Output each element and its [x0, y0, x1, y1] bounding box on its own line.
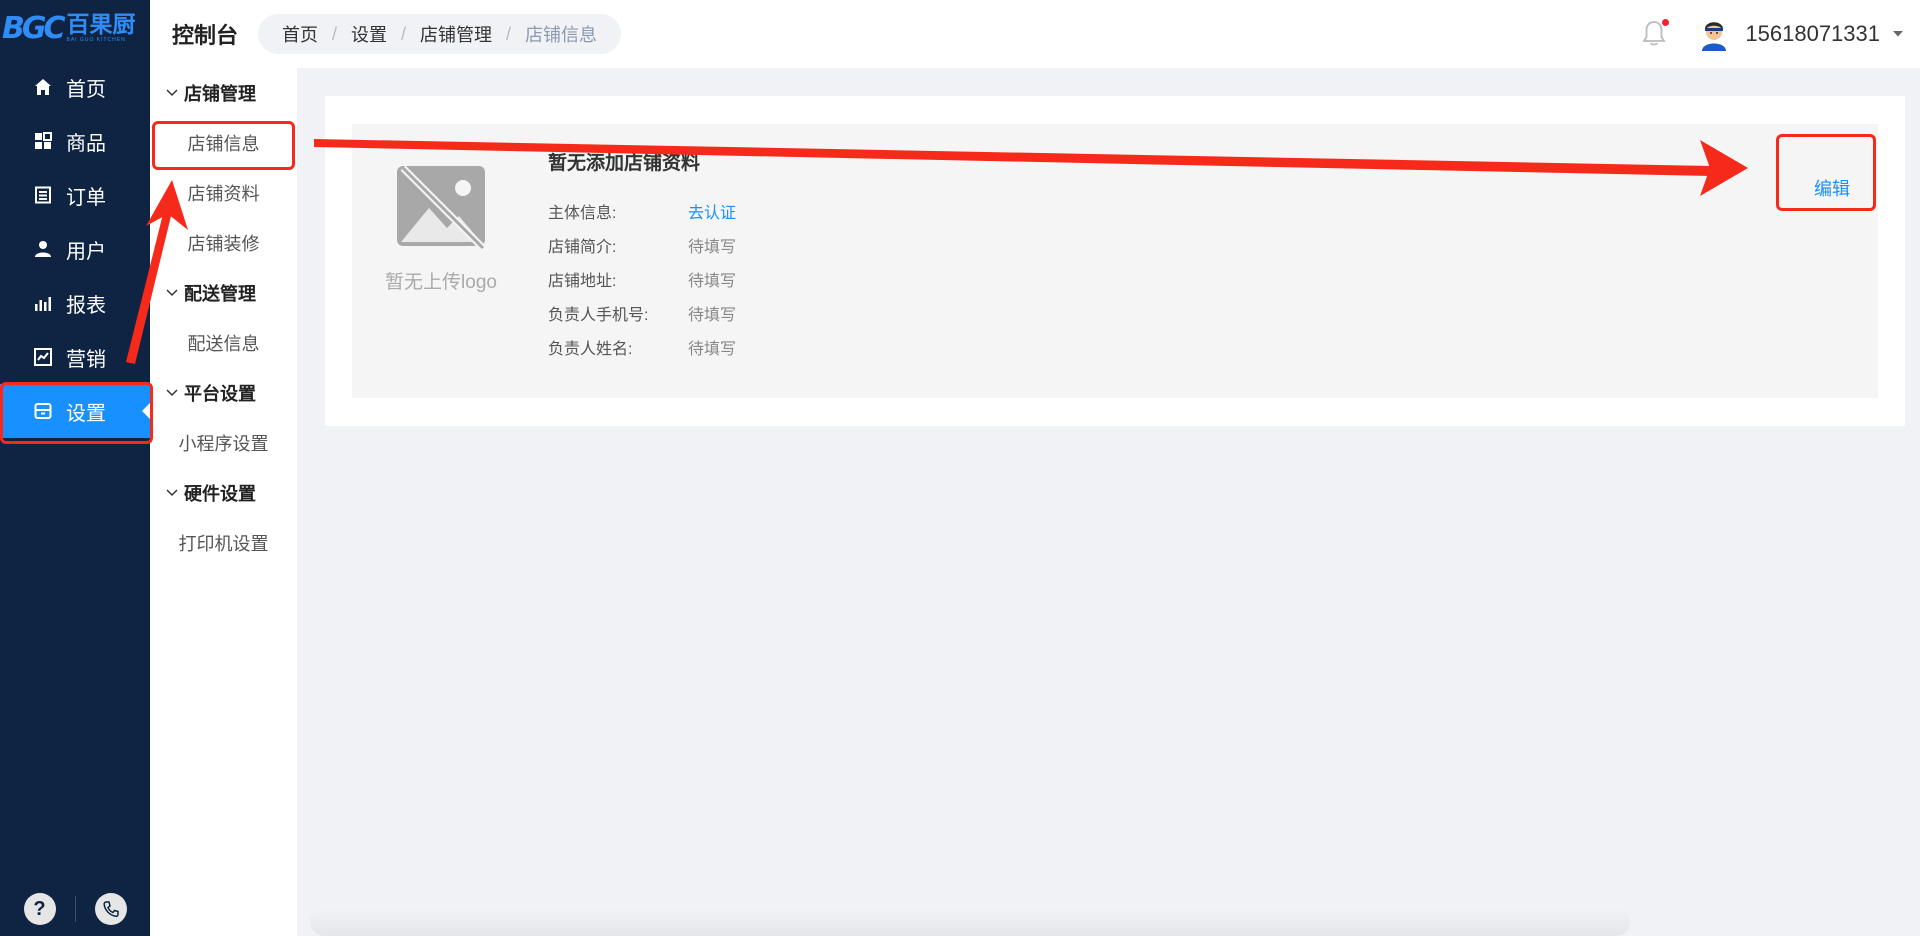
top-header: 控制台 首页 / 设置 / 店铺管理 / 店铺信息 15618071331: [150, 0, 1920, 68]
store-logo-placeholder[interactable]: 暂无上传logo: [378, 162, 504, 294]
store-settings-icon: [32, 400, 54, 422]
submenu-item-delivery-info[interactable]: 配送信息: [150, 318, 297, 368]
nav-item-label: 订单: [66, 186, 106, 209]
nav-item-settings[interactable]: 设置: [0, 384, 150, 438]
breadcrumb-separator: /: [401, 23, 407, 44]
field-label: 店铺地址:: [548, 273, 617, 290]
order-list-icon: [32, 184, 54, 206]
submenu-group-label: 配送管理: [184, 284, 256, 304]
nav-item-users[interactable]: 用户: [0, 222, 150, 276]
field-label: 负责人手机号:: [548, 307, 649, 324]
trend-chart-icon: [32, 346, 54, 368]
main-nav: 首页 商品 订单 用户 报表 营销 设置: [0, 60, 150, 438]
chevron-down-icon: [166, 87, 178, 99]
secondary-menu: 店铺管理 店铺信息 店铺资料 店铺装修 配送管理 配送信息 平台设置 小程序设置…: [150, 68, 297, 936]
header-user-area: 15618071331: [1641, 0, 1920, 68]
submenu-item-store-profile[interactable]: 店铺资料: [150, 168, 297, 218]
submenu-item-printer[interactable]: 打印机设置: [150, 518, 297, 568]
page-title: 控制台: [172, 23, 239, 48]
store-fields: 主体信息: 去认证 店铺简介: 待填写 店铺地址: 待填写 负责人手机号: 待填…: [548, 194, 736, 364]
submenu-group-label: 店铺管理: [184, 84, 256, 104]
nav-item-label: 首页: [66, 78, 106, 101]
nav-item-label: 商品: [66, 132, 106, 155]
nav-item-label: 设置: [66, 402, 106, 425]
brand-name: 百果厨: [66, 11, 136, 37]
field-row-manager-name: 负责人姓名: 待填写: [548, 330, 736, 364]
submenu-group-label: 平台设置: [184, 384, 256, 404]
grid-icon: [32, 130, 54, 152]
phone-icon[interactable]: [94, 893, 127, 925]
nav-item-home[interactable]: 首页: [0, 60, 150, 114]
bottom-shadow: [310, 908, 1630, 936]
main-sidebar: BGC 百果厨 BAI GUO KITCHEN 首页 商品 订单 用户 报表 营…: [0, 0, 150, 936]
nav-item-orders[interactable]: 订单: [0, 168, 150, 222]
brand-mark: BGC: [2, 10, 65, 46]
field-row-entity: 主体信息: 去认证: [548, 194, 736, 228]
nav-item-products[interactable]: 商品: [0, 114, 150, 168]
field-label: 主体信息:: [548, 205, 617, 222]
field-value: 待填写: [688, 239, 737, 256]
verify-link[interactable]: 去认证: [688, 199, 736, 223]
bar-chart-icon: [32, 292, 54, 314]
breadcrumb-item-store-management[interactable]: 店铺管理: [420, 21, 492, 47]
nav-item-label: 用户: [66, 240, 106, 263]
submenu-item-store-decoration[interactable]: 店铺装修: [150, 218, 297, 268]
nav-item-reports[interactable]: 报表: [0, 276, 150, 330]
home-icon: [32, 76, 54, 98]
chevron-down-icon: [166, 387, 178, 399]
breadcrumb-separator: /: [506, 23, 512, 44]
field-value: 待填写: [688, 341, 737, 358]
breadcrumb-item-home[interactable]: 首页: [282, 21, 318, 47]
submenu-group-delivery[interactable]: 配送管理: [150, 268, 297, 318]
breadcrumb-separator: /: [332, 23, 338, 44]
logo-placeholder-text: 暂无上传logo: [385, 272, 497, 293]
submenu-item-miniprogram[interactable]: 小程序设置: [150, 418, 297, 468]
avatar[interactable]: [1697, 17, 1731, 51]
store-info-card: 暂无上传logo 暂无添加店铺资料 主体信息: 去认证 店铺简介: 待填写 店铺…: [325, 96, 1905, 426]
nav-item-label: 营销: [66, 348, 106, 371]
field-row-address: 店铺地址: 待填写: [548, 262, 736, 296]
edit-button[interactable]: 编辑: [1795, 154, 1869, 222]
field-label: 店铺简介:: [548, 239, 617, 256]
submenu-item-store-info[interactable]: 店铺信息: [150, 118, 297, 168]
image-placeholder-icon: [393, 162, 489, 257]
field-value: 待填写: [688, 273, 737, 290]
chevron-down-icon: [166, 287, 178, 299]
notification-dot: [1662, 19, 1670, 26]
brand-logo[interactable]: BGC 百果厨 BAI GUO KITCHEN: [0, 0, 150, 56]
submenu-group-store-management[interactable]: 店铺管理: [150, 68, 297, 118]
store-info-panel: 暂无上传logo 暂无添加店铺资料 主体信息: 去认证 店铺简介: 待填写 店铺…: [352, 124, 1878, 398]
submenu-group-label: 硬件设置: [184, 484, 256, 504]
breadcrumb: 首页 / 设置 / 店铺管理 / 店铺信息: [258, 14, 622, 54]
bell-icon[interactable]: [1641, 19, 1670, 49]
submenu-group-hardware[interactable]: 硬件设置: [150, 468, 297, 518]
chevron-down-icon[interactable]: [1892, 30, 1906, 38]
user-icon: [32, 238, 54, 260]
sidebar-footer: ?: [0, 882, 150, 936]
field-value: 待填写: [688, 307, 737, 324]
help-icon[interactable]: ?: [23, 893, 56, 925]
store-title: 暂无添加店铺资料: [548, 153, 701, 174]
nav-item-label: 报表: [66, 294, 106, 317]
breadcrumb-item-current: 店铺信息: [525, 25, 598, 45]
field-row-intro: 店铺简介: 待填写: [548, 228, 736, 262]
field-label: 负责人姓名:: [548, 341, 633, 358]
user-phone[interactable]: 15618071331: [1745, 21, 1880, 47]
footer-divider: [74, 896, 76, 922]
nav-item-marketing[interactable]: 营销: [0, 330, 150, 384]
chevron-down-icon: [166, 487, 178, 499]
submenu-group-platform[interactable]: 平台设置: [150, 368, 297, 418]
breadcrumb-item-settings[interactable]: 设置: [351, 21, 387, 47]
field-row-manager-phone: 负责人手机号: 待填写: [548, 296, 736, 330]
brand-name-en: BAI GUO KITCHEN: [66, 37, 126, 43]
